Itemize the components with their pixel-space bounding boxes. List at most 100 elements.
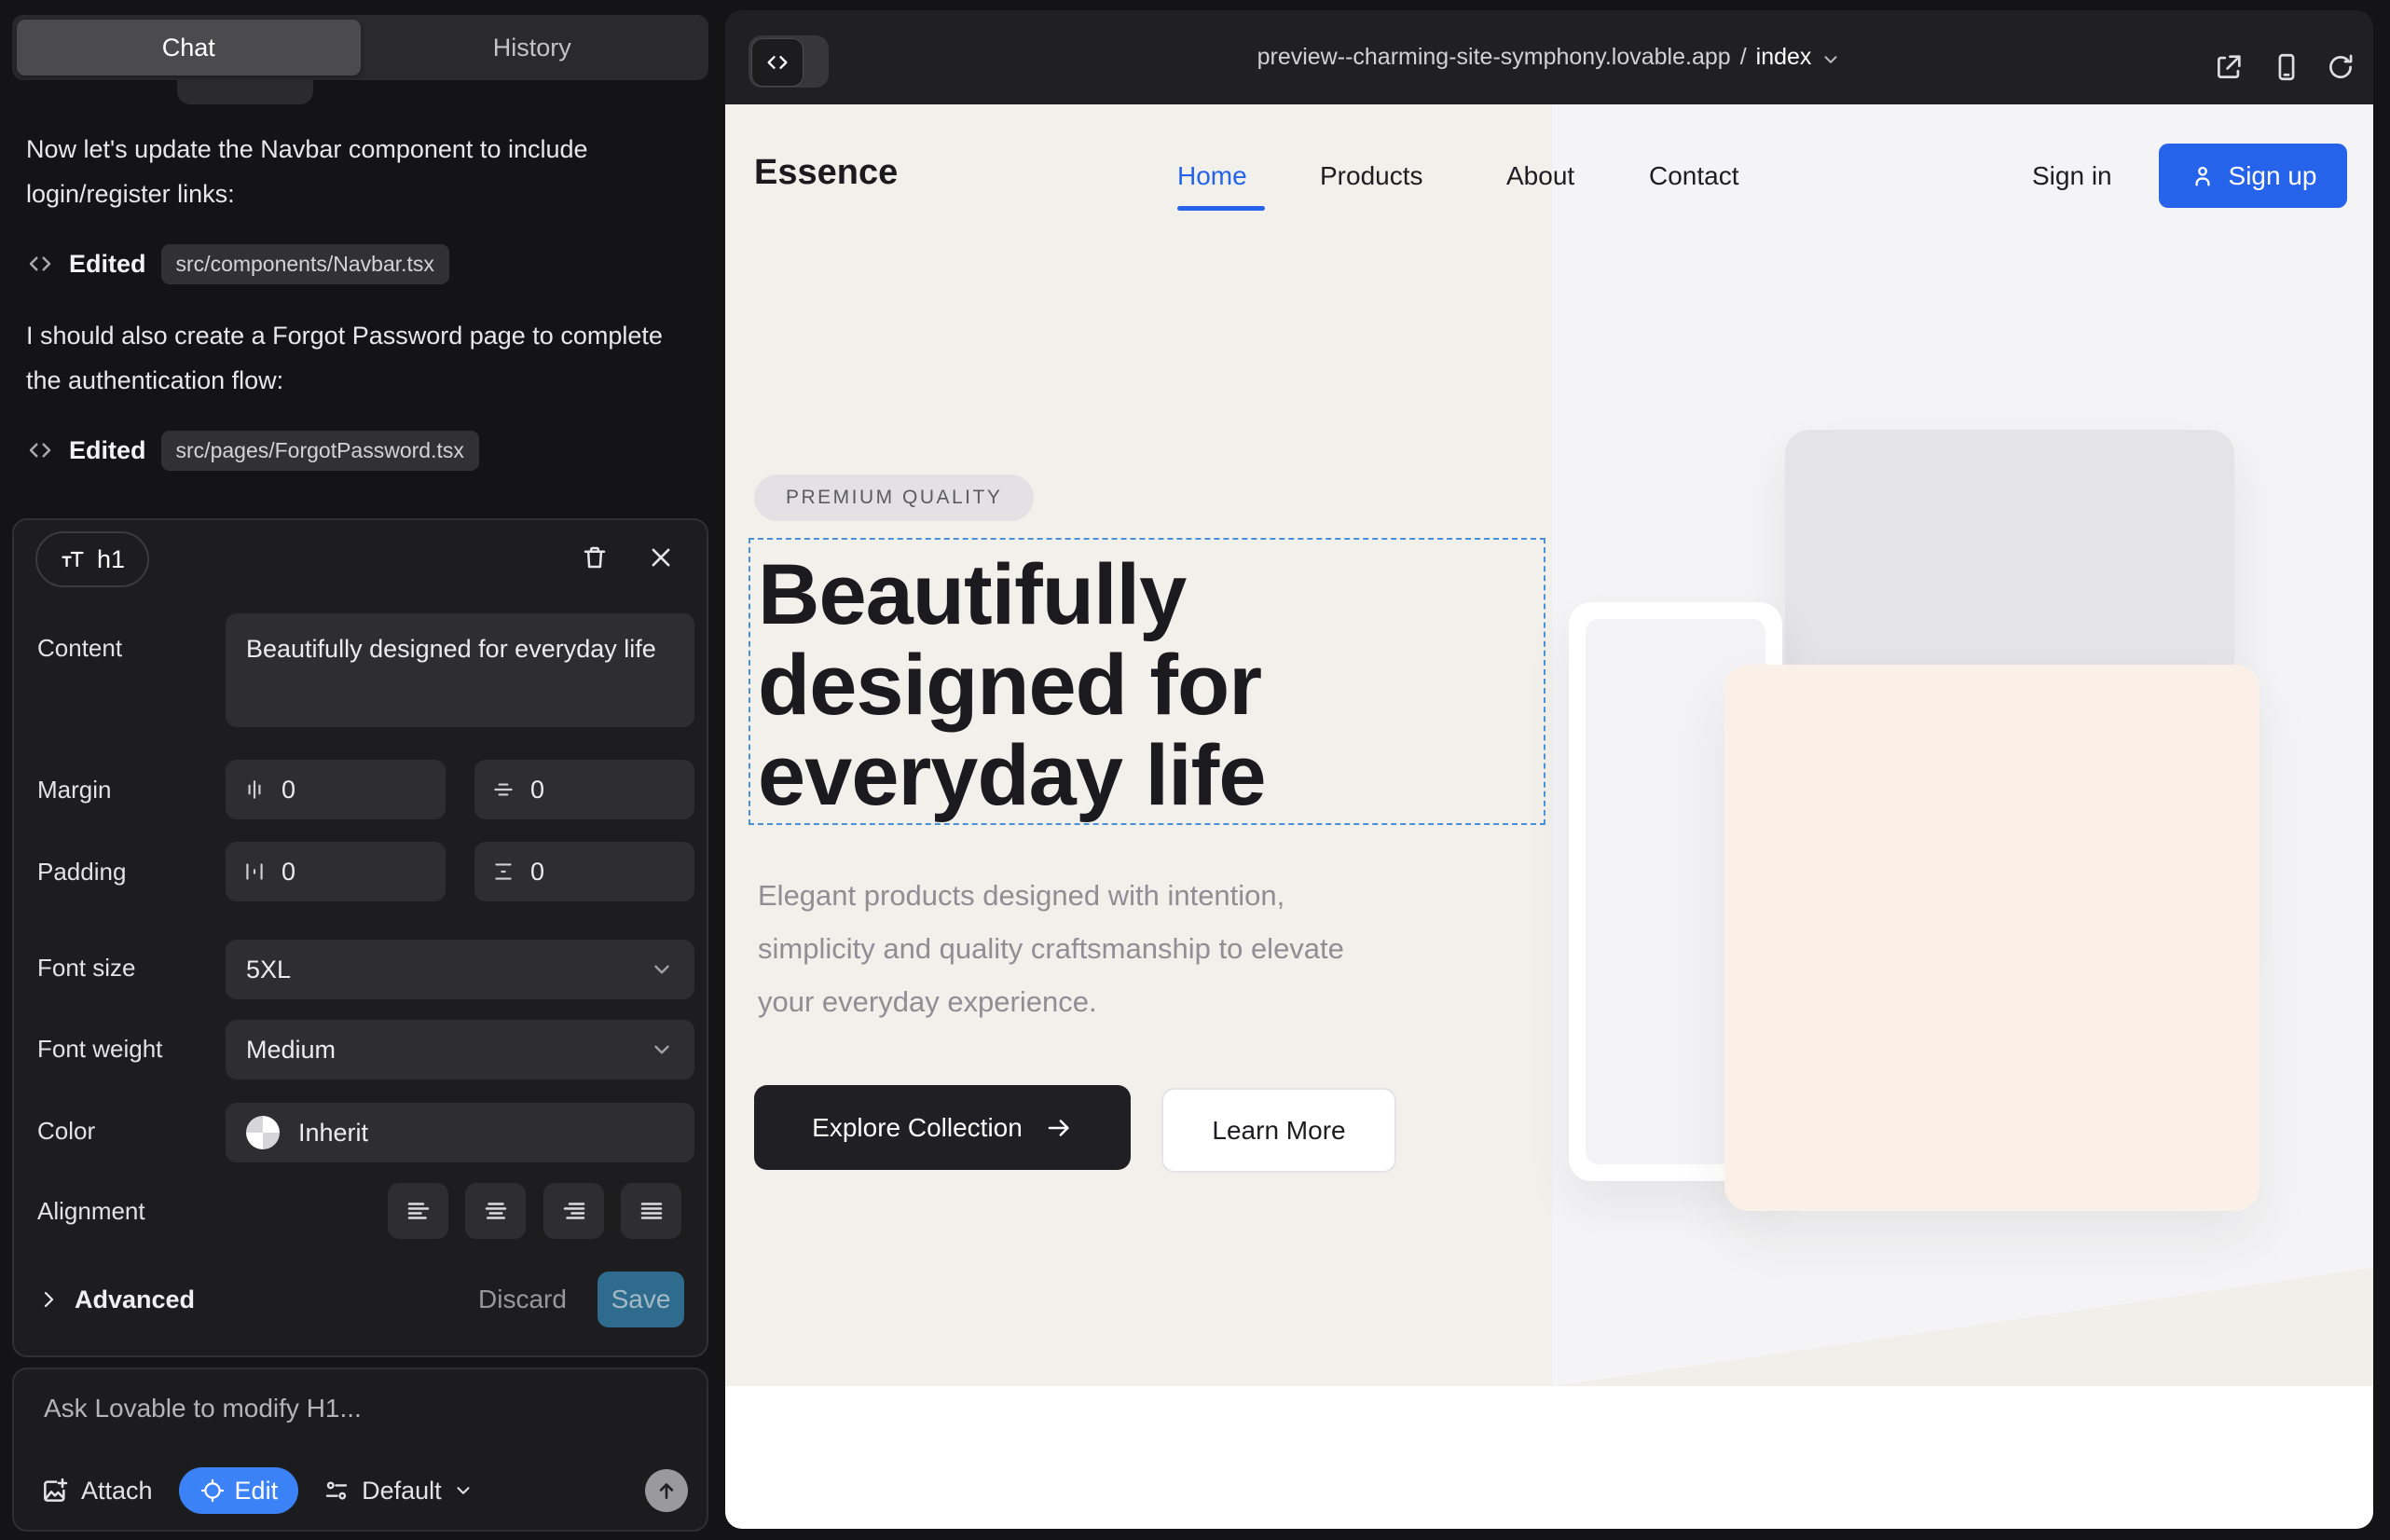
padding-horizontal-icon <box>242 859 267 884</box>
tab-chat[interactable]: Chat <box>17 20 361 76</box>
padding-x-field[interactable] <box>226 842 446 901</box>
font-size-label: Font size <box>37 954 136 983</box>
delete-element-button[interactable] <box>574 537 615 578</box>
edit-label: Edit <box>235 1477 279 1506</box>
hero-description: Elegant products designed with intention… <box>758 869 1382 1028</box>
sliders-icon <box>323 1477 350 1505</box>
margin-x-field[interactable] <box>226 760 446 819</box>
hero-heading: Beautifully designed for everyday life <box>758 550 1392 821</box>
url-separator: / <box>1740 44 1747 71</box>
margin-label: Margin <box>37 776 111 804</box>
align-right-button[interactable] <box>543 1183 604 1239</box>
margin-x-input[interactable] <box>282 776 393 804</box>
assistant-message: I should also create a Forgot Password p… <box>26 313 683 403</box>
tab-history[interactable]: History <box>361 20 705 76</box>
send-button[interactable] <box>645 1469 688 1512</box>
align-justify-button[interactable] <box>621 1183 681 1239</box>
user-icon <box>2190 163 2216 189</box>
element-tag-pill: h1 <box>35 531 149 587</box>
nav-link-contact[interactable]: Contact <box>1649 161 1739 191</box>
color-field[interactable]: Inherit <box>226 1103 694 1162</box>
chevron-down-icon <box>1820 49 1841 70</box>
assistant-message: Now let's update the Navbar component to… <box>26 127 683 216</box>
discard-button[interactable]: Discard <box>478 1272 567 1327</box>
font-weight-select[interactable]: Medium <box>226 1020 694 1079</box>
content-label: Content <box>37 634 122 663</box>
nav-link-about[interactable]: About <box>1506 161 1574 191</box>
margin-y-field[interactable] <box>474 760 694 819</box>
alignment-label: Alignment <box>37 1197 145 1226</box>
font-weight-label: Font weight <box>37 1035 162 1064</box>
padding-y-input[interactable] <box>530 858 642 887</box>
margin-y-input[interactable] <box>530 776 642 804</box>
code-icon <box>26 436 54 464</box>
explore-collection-button[interactable]: Explore Collection <box>754 1085 1131 1170</box>
chevron-down-icon <box>453 1480 474 1501</box>
advanced-toggle[interactable]: Advanced <box>37 1272 195 1327</box>
learn-more-button[interactable]: Learn More <box>1161 1088 1396 1173</box>
mode-select[interactable]: Default <box>323 1477 474 1506</box>
color-label: Color <box>37 1117 95 1146</box>
attach-label: Attach <box>81 1477 153 1506</box>
image-plus-icon <box>40 1476 70 1506</box>
edited-file-row: Edited src/pages/ForgotPassword.tsx <box>26 427 479 474</box>
chat-sidebar: Chat History Now let's update the Navbar… <box>0 0 718 1540</box>
edited-file-chip[interactable]: src/components/Navbar.tsx <box>161 244 449 284</box>
sign-up-button[interactable]: Sign up <box>2159 144 2347 208</box>
sidebar-tab-bar: Chat History <box>12 15 708 80</box>
element-editor-panel: h1 Content Beautifully designed for ever… <box>12 518 708 1357</box>
chevron-right-icon <box>37 1288 60 1311</box>
arrow-right-icon <box>1045 1114 1073 1142</box>
chevron-down-icon <box>650 957 674 982</box>
edited-label: Edited <box>69 436 146 465</box>
element-tag-label: h1 <box>97 545 125 574</box>
padding-label: Padding <box>37 858 126 887</box>
preview-toolbar: preview--charming-site-symphony.lovable.… <box>725 10 2373 104</box>
app-root: Chat History Now let's update the Navbar… <box>0 0 2390 1540</box>
save-button[interactable]: Save <box>598 1272 684 1327</box>
url-page: index <box>1756 44 1812 71</box>
chat-composer: Attach Edit Default <box>12 1368 708 1532</box>
open-external-button[interactable] <box>2213 51 2245 83</box>
nav-link-products[interactable]: Products <box>1320 161 1423 191</box>
mode-label: Default <box>362 1477 442 1506</box>
site-brand[interactable]: Essence <box>754 153 898 193</box>
code-icon <box>26 250 54 278</box>
cta-primary-label: Explore Collection <box>812 1113 1023 1143</box>
edited-label: Edited <box>69 250 146 279</box>
close-panel-button[interactable] <box>640 537 681 578</box>
nav-active-underline <box>1177 206 1265 211</box>
nav-link-home[interactable]: Home <box>1177 161 1247 191</box>
refresh-button[interactable] <box>2325 51 2356 83</box>
color-swatch <box>246 1116 280 1149</box>
decor-card-cream <box>1724 665 2260 1211</box>
edited-file-row: Edited src/components/Navbar.tsx <box>26 241 449 287</box>
padding-y-field[interactable] <box>474 842 694 901</box>
url-text: preview--charming-site-symphony.lovable.… <box>1257 44 1731 71</box>
preview-window: preview--charming-site-symphony.lovable.… <box>725 10 2373 1529</box>
scrolled-chip[interactable] <box>177 80 313 104</box>
edit-mode-button[interactable]: Edit <box>179 1467 299 1514</box>
composer-input[interactable] <box>42 1392 680 1451</box>
font-size-value: 5XL <box>246 956 291 984</box>
content-input[interactable]: Beautifully designed for everyday life <box>226 613 694 727</box>
font-weight-value: Medium <box>246 1036 336 1065</box>
sign-in-link[interactable]: Sign in <box>2032 161 2112 191</box>
preview-url[interactable]: preview--charming-site-symphony.lovable.… <box>725 10 2373 104</box>
font-size-select[interactable]: 5XL <box>226 940 694 999</box>
advanced-label: Advanced <box>75 1286 195 1314</box>
padding-x-input[interactable] <box>282 858 393 887</box>
attach-button[interactable]: Attach <box>40 1476 153 1506</box>
align-left-button[interactable] <box>388 1183 448 1239</box>
hero-badge: PREMIUM QUALITY <box>754 474 1034 521</box>
mobile-view-button[interactable] <box>2271 51 2302 83</box>
arrow-up-icon <box>654 1478 679 1503</box>
site-canvas: Essence Home Products About Contact Sign… <box>725 104 2373 1529</box>
edited-file-chip[interactable]: src/pages/ForgotPassword.tsx <box>161 431 479 471</box>
color-value: Inherit <box>298 1119 368 1148</box>
margin-vertical-icon <box>491 777 515 802</box>
align-center-button[interactable] <box>465 1183 526 1239</box>
margin-horizontal-icon <box>242 777 267 802</box>
composer-toolbar: Attach Edit Default <box>40 1466 688 1515</box>
padding-vertical-icon <box>491 859 515 884</box>
